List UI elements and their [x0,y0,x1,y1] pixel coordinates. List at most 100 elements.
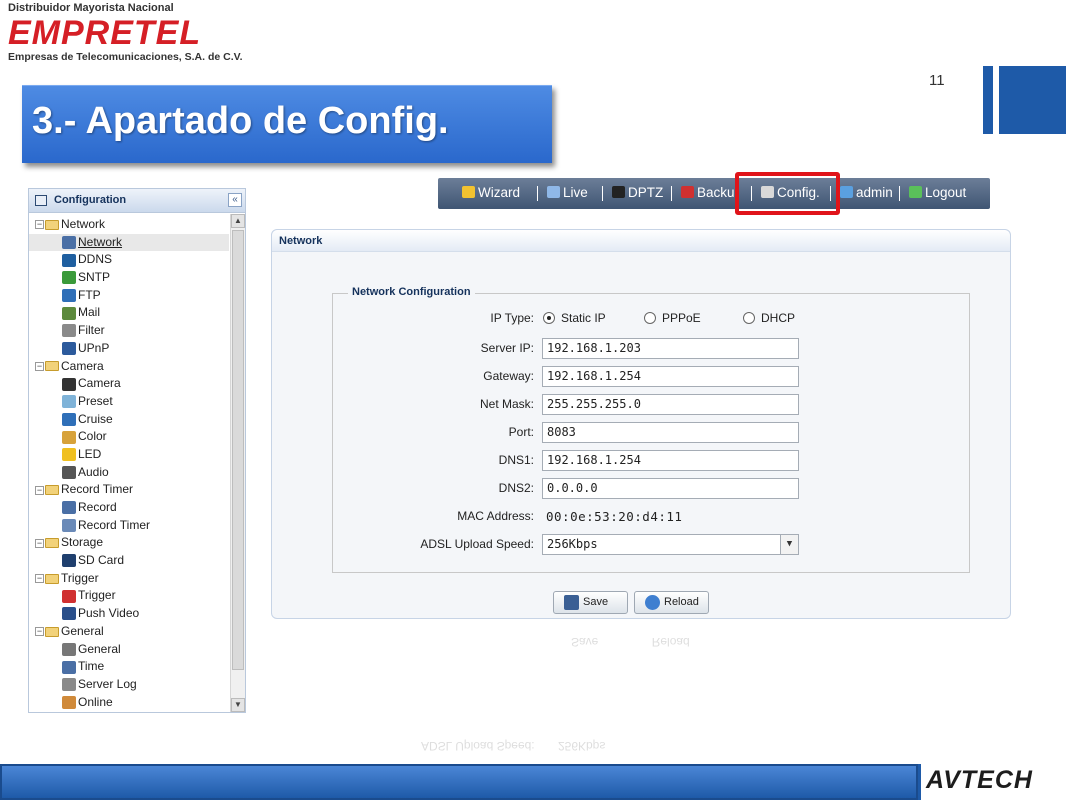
tree-item-led[interactable]: LED [29,446,229,464]
tree-item-preset[interactable]: Preset [29,393,229,411]
tree-group-storage[interactable]: − Storage [29,534,229,552]
ip-type-pppoe-radio[interactable]: PPPoE [644,311,701,325]
tree-item-label: Audio [78,464,109,479]
cruise-icon [62,412,76,426]
nav-separator [671,186,672,201]
nav-admin[interactable]: admin [840,185,893,200]
reload-button[interactable]: Reload [634,591,709,614]
tree-item-label: Color [78,429,107,444]
decorative-block [999,66,1066,134]
tree-item-record-timer[interactable]: Record Timer [29,517,229,535]
collapse-panel-button[interactable]: « [228,193,242,207]
tree-item-time[interactable]: Time [29,658,229,676]
expand-icon[interactable]: − [35,538,44,548]
tree-scrollbar[interactable]: ▲ ▼ [230,214,245,712]
tree-group-label: Storage [61,535,104,550]
mac-address-row: MAC Address: 00:0e:53:20:d4:11 [457,509,683,524]
tree-item-record[interactable]: Record [29,499,229,517]
tree-group-label: Network [61,217,106,231]
tree-item-trigger[interactable]: Trigger [29,587,229,605]
port-input[interactable]: 8083 [542,422,799,443]
field-row-gateway: Gateway: 192.168.1.254 [333,366,971,388]
general-icon [62,642,76,656]
tree-item-upnp[interactable]: UPnP [29,340,229,358]
gateway-input[interactable]: 192.168.1.254 [542,366,799,387]
tree-item-label: UPnP [78,340,110,355]
net-mask-input[interactable]: 255.255.255.0 [542,394,799,415]
tree-group-general[interactable]: − General [29,623,229,641]
expand-icon[interactable]: − [35,485,44,495]
tree-group-label: General [61,623,104,638]
tree-item-online[interactable]: Online [29,694,229,712]
push-video-icon [62,607,76,621]
upnp-icon [62,342,76,356]
scroll-down-icon[interactable]: ▼ [231,698,245,712]
field-row-port: Port: 8083 [333,422,971,444]
field-row-dns1: DNS1: 192.168.1.254 [333,450,971,472]
tree-item-label: Mail [78,305,101,320]
tree-group-network[interactable]: − Network [29,216,229,234]
logout-icon [909,186,922,198]
filter-icon [62,324,76,338]
ip-type-static-ip-radio[interactable]: Static IP [543,311,606,325]
tree-item-sntp[interactable]: SNTP [29,269,229,287]
tree-item-server-log[interactable]: Server Log [29,676,229,694]
ip-type-dhcp-radio[interactable]: DHCP [743,311,795,325]
tree-group-label: Trigger [61,570,99,585]
nav-wizard[interactable]: Wizard [462,185,520,200]
tree-item-cruise[interactable]: Cruise [29,411,229,429]
tree-item-ddns[interactable]: DDNS [29,251,229,269]
expand-icon[interactable]: − [35,627,44,637]
record-icon [62,501,76,515]
tree-item-sd-card[interactable]: SD Card [29,552,229,570]
page-number: 11 [929,72,945,89]
server-ip-input[interactable]: 192.168.1.203 [542,338,799,359]
nav-logout[interactable]: Logout [909,185,966,200]
scroll-up-icon[interactable]: ▲ [231,214,245,228]
tree-item-filter[interactable]: Filter [29,322,229,340]
dns2-input[interactable]: 0.0.0.0 [542,478,799,499]
dns1-input[interactable]: 192.168.1.254 [542,450,799,471]
tree-item-push-video[interactable]: Push Video [29,605,229,623]
admin-icon [840,186,853,198]
tree-item-ftp[interactable]: FTP [29,287,229,305]
chevron-down-icon[interactable]: ▼ [780,535,798,554]
nav-dptz[interactable]: DPTZ [612,185,663,200]
empretel-logo: Distribuidor Mayorista Nacional EMPRETEL… [8,2,253,68]
tree-item-camera[interactable]: Camera [29,375,229,393]
tree-item-label: LED [78,446,102,461]
nav-live[interactable]: Live [547,185,588,200]
tree-item-label: Cruise [78,411,113,426]
expand-icon[interactable]: − [35,220,44,230]
tree-group-trigger[interactable]: − Trigger [29,570,229,588]
tree-item-general[interactable]: General [29,641,229,659]
scroll-thumb[interactable] [232,230,244,670]
footer-divider [918,764,921,800]
nav-label: Logout [925,185,967,200]
expand-icon[interactable]: − [35,574,44,584]
nav-backu[interactable]: Backu [681,185,735,200]
sntp-icon [62,271,76,285]
tree-item-color[interactable]: Color [29,428,229,446]
expand-icon[interactable]: − [35,361,44,371]
tree-group-camera[interactable]: − Camera [29,358,229,376]
record-timer-icon [62,519,76,533]
adsl-upload-speed-select[interactable]: 256Kbps ▼ [542,534,799,555]
save-button-label: Save [583,596,609,608]
save-button[interactable]: Save [553,591,628,614]
network-icon [62,236,76,250]
mail-icon [62,306,76,320]
tree-item-label: Preset [78,393,113,408]
fieldset-title: Network Configuration [348,286,475,298]
reload-icon [645,595,660,610]
tree-item-label: Time [78,659,105,674]
tree-item-network[interactable]: Network [29,233,229,252]
tree-item-label: Record [78,500,117,514]
folder-icon [45,219,59,230]
folder-icon [45,573,59,584]
tree-group-record-timer[interactable]: − Record Timer [29,481,229,499]
dptz-icon [612,186,625,198]
nav-label: Backu [697,185,735,200]
tree-item-mail[interactable]: Mail [29,304,229,322]
tree-item-audio[interactable]: Audio [29,464,229,482]
